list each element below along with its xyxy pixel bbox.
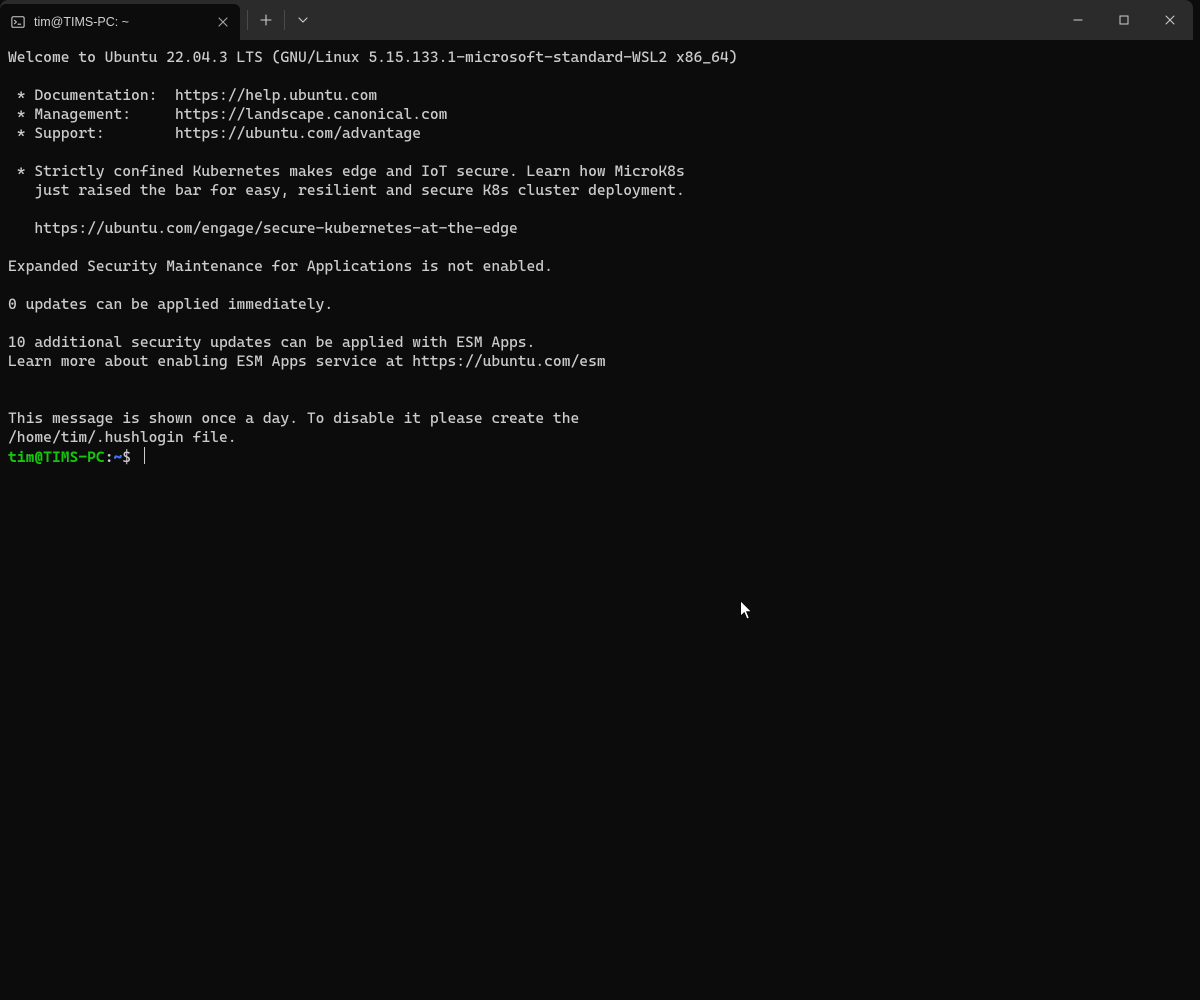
tab-close-button[interactable] [214, 13, 232, 31]
motd-line: https://ubuntu.com/engage/secure-kuberne… [8, 219, 518, 237]
motd-line: Expanded Security Maintenance for Applic… [8, 257, 553, 275]
terminal-viewport[interactable]: Welcome to Ubuntu 22.04.3 LTS (GNU/Linux… [0, 40, 1193, 475]
close-window-button[interactable] [1147, 0, 1193, 40]
prompt-path: ~ [113, 448, 122, 466]
cursor [144, 447, 145, 464]
prompt-user-host: tim@TIMS-PC [8, 448, 105, 466]
terminal-window: tim@TIMS-PC: ~ [0, 0, 1193, 987]
prompt-line: tim@TIMS-PC:~$ [8, 448, 145, 466]
minimize-button[interactable] [1055, 0, 1101, 40]
motd-line: This message is shown once a day. To dis… [8, 409, 579, 427]
maximize-button[interactable] [1101, 0, 1147, 40]
motd-line: Welcome to Ubuntu 22.04.3 LTS (GNU/Linux… [8, 48, 738, 66]
motd-line: * Management: https://landscape.canonica… [8, 105, 447, 123]
titlebar: tim@TIMS-PC: ~ [0, 0, 1193, 40]
terminal-icon [10, 14, 26, 30]
motd-line: * Documentation: https://help.ubuntu.com [8, 86, 377, 104]
prompt-symbol: $ [122, 448, 131, 466]
motd-line: * Support: https://ubuntu.com/advantage [8, 124, 421, 142]
tab-dropdown-button[interactable] [286, 4, 320, 36]
tab-active[interactable]: tim@TIMS-PC: ~ [0, 4, 240, 40]
divider [247, 10, 248, 30]
motd-line: just raised the bar for easy, resilient … [8, 181, 685, 199]
motd-line: 0 updates can be applied immediately. [8, 295, 333, 313]
mouse-cursor-icon [740, 601, 754, 621]
motd-line: * Strictly confined Kubernetes makes edg… [8, 162, 685, 180]
window-controls [1055, 0, 1193, 40]
divider [284, 10, 285, 30]
motd-line: /home/tim/.hushlogin file. [8, 428, 237, 446]
motd-line: Learn more about enabling ESM Apps servi… [8, 352, 606, 370]
motd-line: 10 additional security updates can be ap… [8, 333, 535, 351]
tab-actions [240, 0, 320, 40]
tab-title: tim@TIMS-PC: ~ [34, 15, 206, 29]
new-tab-button[interactable] [249, 4, 283, 36]
titlebar-drag-region[interactable] [320, 0, 1055, 40]
